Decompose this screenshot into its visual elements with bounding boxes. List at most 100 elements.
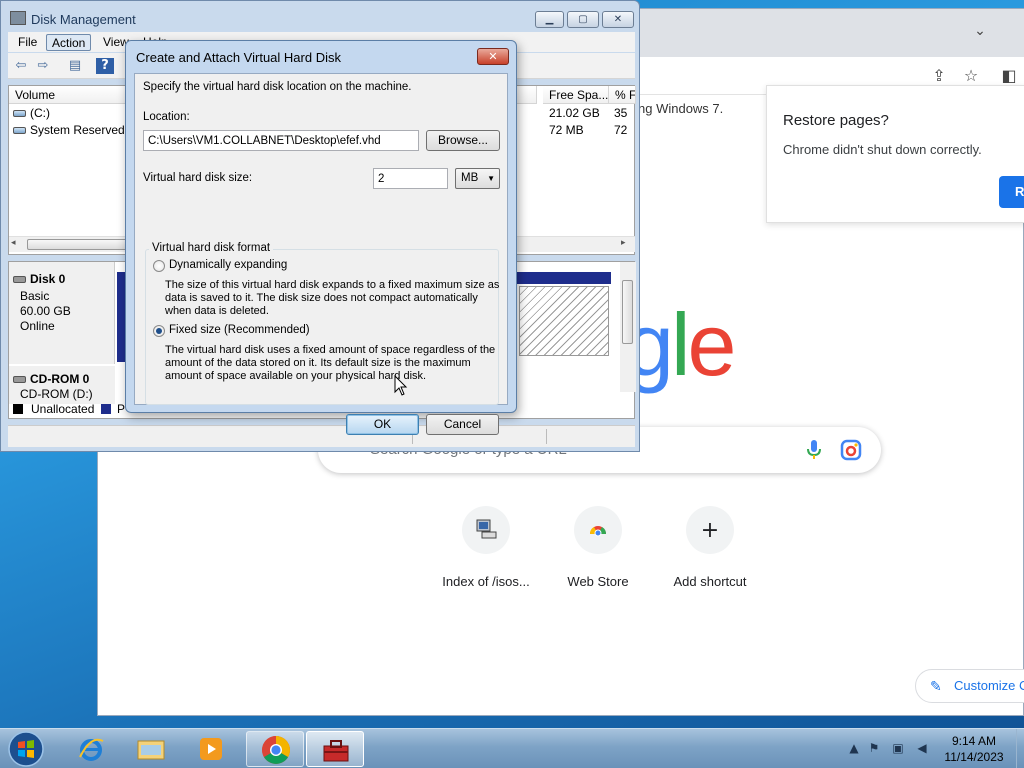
- disk0-header[interactable]: Disk 0 Basic 60.00 GB Online: [9, 262, 115, 364]
- maximize-button[interactable]: ▢: [567, 11, 599, 28]
- disk0-size: 60.00 GB: [20, 304, 71, 318]
- restore-button[interactable]: R: [999, 176, 1024, 208]
- shortcut-index-of-isos[interactable]: Index of /isos...: [430, 506, 542, 596]
- fixed-label[interactable]: Fixed size (Recommended): [169, 324, 310, 336]
- forward-arrow-icon[interactable]: ⇨: [34, 58, 52, 74]
- dynamic-radio[interactable]: [153, 260, 165, 272]
- desc-line: when data is deleted.: [165, 305, 269, 317]
- desc-line: The virtual hard disk uses a fixed amoun…: [165, 344, 496, 356]
- cdrom-name-text: CD-ROM 0: [30, 372, 90, 386]
- close-button[interactable]: ✕: [602, 11, 634, 28]
- network-icon[interactable]: ▣: [890, 741, 906, 757]
- table-row[interactable]: (C:): [13, 106, 50, 120]
- start-button[interactable]: [6, 729, 46, 768]
- legend-swatch-primary: [101, 404, 111, 414]
- restore-message: Chrome didn't shut down correctly.: [783, 142, 982, 157]
- show-desktop-button[interactable]: [1016, 729, 1024, 768]
- windows-start-orb-icon: [8, 731, 44, 767]
- table-row[interactable]: System Reserved: [13, 123, 125, 137]
- taskbar-internet-explorer[interactable]: [62, 731, 120, 767]
- partition-bar: [117, 272, 125, 362]
- volume-muted-icon[interactable]: ◀: [914, 741, 930, 757]
- vertical-scrollbar[interactable]: [620, 262, 636, 392]
- media-player-icon: [200, 738, 222, 760]
- show-hidden-icons[interactable]: ▲: [846, 741, 862, 757]
- scroll-right-icon[interactable]: ▸: [621, 238, 626, 248]
- column-free-space[interactable]: Free Spa...: [543, 86, 609, 104]
- disk0-name-text: Disk 0: [30, 272, 66, 286]
- dynamic-label[interactable]: Dynamically expanding: [169, 259, 287, 271]
- shortcut-web-store[interactable]: Web Store: [542, 506, 654, 596]
- size-label: Virtual hard disk size:: [143, 172, 253, 184]
- location-input[interactable]: [143, 130, 419, 151]
- location-label: Location:: [143, 111, 190, 123]
- window-title: Disk Management: [31, 12, 136, 27]
- cdrom-header[interactable]: CD-ROM 0 CD-ROM (D:): [9, 366, 115, 404]
- unallocated-partition[interactable]: [519, 286, 609, 356]
- column-pct-free[interactable]: % F: [609, 86, 636, 104]
- scroll-thumb[interactable]: [27, 239, 135, 250]
- pencil-icon: ✎: [930, 678, 942, 694]
- taskbar-windows-explorer[interactable]: [122, 731, 180, 767]
- disk-management-app-icon: [10, 11, 26, 25]
- browse-button[interactable]: Browse...: [426, 130, 500, 151]
- taskbar-media-player[interactable]: [182, 731, 240, 767]
- ok-button[interactable]: OK: [346, 414, 419, 435]
- size-input[interactable]: [373, 168, 448, 189]
- dialog-title: Create and Attach Virtual Hard Disk: [136, 50, 341, 65]
- back-arrow-icon[interactable]: ⇦: [12, 58, 30, 74]
- voice-search-mic-icon[interactable]: [806, 439, 822, 461]
- legend-primary: P: [117, 402, 126, 416]
- restore-title: Restore pages?: [783, 112, 889, 129]
- shortcut-add[interactable]: + Add shortcut: [654, 506, 766, 596]
- action-center-flag-icon[interactable]: ⚑: [866, 741, 882, 757]
- legend-swatch-unallocated: [13, 404, 23, 414]
- cancel-button[interactable]: Cancel: [426, 414, 499, 435]
- desc-line: amount of space available on your physic…: [165, 370, 427, 382]
- disk0-type: Basic: [20, 289, 50, 303]
- pct-free-value: 72: [614, 123, 628, 137]
- shortcut-label: Add shortcut: [673, 574, 747, 589]
- taskbar: ▲ ⚑ ▣ ◀ 9:14 AM 11/14/2023: [0, 728, 1024, 768]
- logo-letter-l: l: [670, 295, 690, 394]
- customize-chrome-button[interactable]: ✎ Customize C: [915, 669, 1024, 703]
- desc-line: The size of this virtual hard disk expan…: [165, 279, 500, 291]
- menu-file[interactable]: File: [13, 34, 42, 51]
- dialog-instruction: Specify the virtual hard disk location o…: [143, 81, 412, 93]
- fixed-description: The virtual hard disk uses a fixed amoun…: [165, 344, 495, 383]
- computer-icon: [462, 506, 510, 554]
- partition-bar: [517, 272, 611, 284]
- cdrom-drive: CD-ROM (D:): [20, 387, 93, 401]
- pct-free-value: 35: [614, 106, 628, 120]
- toolbox-icon: [323, 740, 349, 762]
- logo-letter-e: e: [687, 295, 737, 394]
- system-clock[interactable]: 9:14 AM 11/14/2023: [934, 733, 1014, 765]
- fixed-radio[interactable]: [153, 325, 165, 337]
- taskbar-chrome[interactable]: [246, 731, 304, 767]
- free-space-value: 72 MB: [549, 123, 584, 137]
- chrome-web-store-icon: [574, 506, 622, 554]
- size-unit-select[interactable]: MB ▼: [455, 168, 500, 189]
- restore-pages-bubble: Restore pages? Chrome didn't shut down c…: [766, 85, 1024, 223]
- google-lens-icon[interactable]: [840, 439, 862, 461]
- scroll-left-icon[interactable]: ◂: [11, 238, 16, 248]
- tab-search-chevron-icon[interactable]: ⌄: [970, 23, 990, 43]
- scroll-thumb[interactable]: [622, 280, 633, 344]
- menu-action[interactable]: Action: [46, 34, 92, 51]
- taskbar-disk-management[interactable]: [306, 731, 364, 767]
- customize-label: Customize C: [954, 678, 1024, 693]
- minimize-button[interactable]: ▁: [535, 11, 564, 28]
- console-tree-icon[interactable]: ▤: [66, 58, 84, 74]
- help-icon[interactable]: ?: [96, 58, 114, 74]
- plus-icon: +: [686, 506, 734, 554]
- page-text-snippet: ng Windows 7.: [638, 101, 724, 116]
- drive-icon: [13, 110, 26, 118]
- desc-line: amount of the data stored on it. Its def…: [165, 357, 471, 369]
- dropdown-arrow-icon: ▼: [487, 174, 495, 183]
- cdrom-name: CD-ROM 0: [13, 372, 89, 387]
- internet-explorer-icon: [79, 738, 104, 761]
- disk0-status: Online: [20, 319, 55, 333]
- legend-unallocated: Unallocated: [31, 402, 95, 416]
- dialog-close-button[interactable]: ✕: [477, 48, 509, 65]
- shortcut-label: Web Store: [567, 574, 629, 589]
